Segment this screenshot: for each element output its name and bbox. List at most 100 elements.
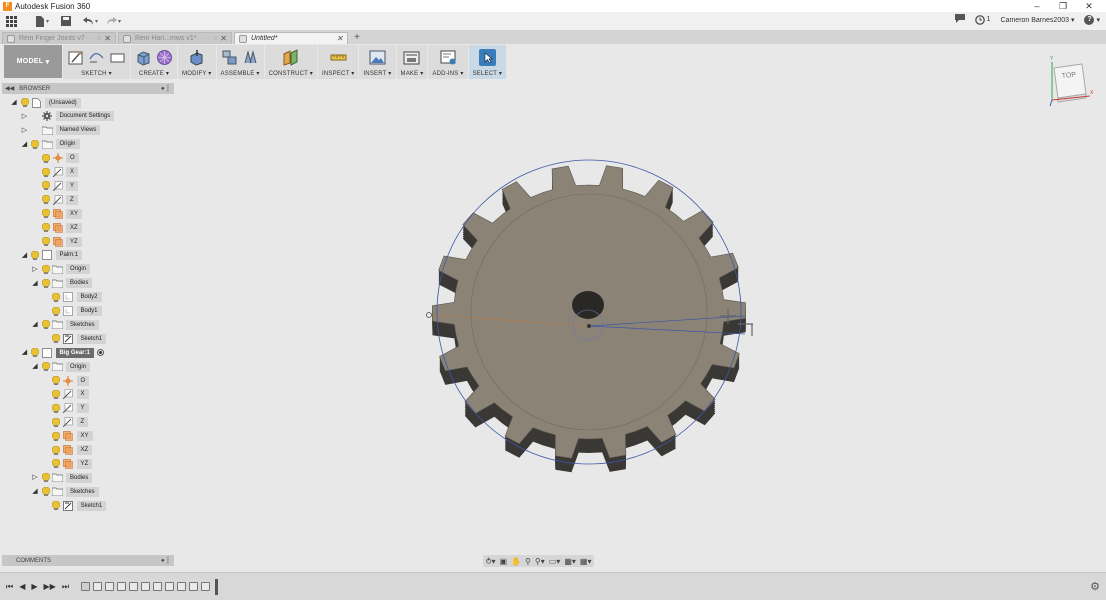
expand-toggle-icon[interactable]: ▷ xyxy=(21,111,29,122)
browser-node[interactable]: XZ xyxy=(31,222,82,233)
visibility-bulb-icon[interactable] xyxy=(41,320,50,330)
browser-node[interactable]: ◢ Big Gear:1 xyxy=(21,347,104,358)
minimize-button[interactable]: – xyxy=(1024,0,1050,12)
visibility-bulb-icon[interactable] xyxy=(52,417,61,427)
browser-node[interactable]: Sketch1 xyxy=(42,500,107,511)
tab-close-button[interactable]: ✕ xyxy=(336,34,343,43)
visibility-bulb-icon[interactable] xyxy=(31,139,40,149)
browser-node[interactable]: ◢ Sketches xyxy=(31,486,99,497)
construct-group[interactable]: CONSTRUCT ▾ xyxy=(264,45,318,79)
visibility-bulb-icon[interactable] xyxy=(41,153,50,163)
expand-toggle-icon[interactable]: ▷ xyxy=(31,264,39,275)
browser-node-label[interactable]: Sketch1 xyxy=(76,500,107,511)
timeline-settings-icon[interactable]: ⚙ xyxy=(1090,580,1100,593)
go-to-end-icon[interactable]: ⏭ xyxy=(62,582,69,592)
visibility-bulb-icon[interactable] xyxy=(52,459,61,469)
create-sketch-icon[interactable] xyxy=(67,49,84,66)
browser-header[interactable]: ◀◀ BROWSER ● │ xyxy=(2,83,174,94)
offset-plane-icon[interactable] xyxy=(282,48,299,66)
browser-node-label[interactable]: Palm:1 xyxy=(55,250,83,261)
visibility-bulb-icon[interactable] xyxy=(31,348,40,358)
user-menu[interactable]: Cameron Barnes2003 ▾ xyxy=(1001,16,1075,24)
visibility-bulb-icon[interactable] xyxy=(41,473,50,483)
browser-node-label[interactable]: Bodies xyxy=(66,472,93,483)
zoom-icon[interactable]: ⚲ xyxy=(525,557,531,566)
scripts-icon[interactable] xyxy=(440,49,457,66)
visibility-bulb-icon[interactable] xyxy=(52,292,61,302)
visibility-bulb-icon[interactable] xyxy=(52,403,61,413)
extrude-icon[interactable] xyxy=(135,49,152,66)
rectangle-icon[interactable] xyxy=(109,49,126,66)
expand-toggle-icon[interactable]: ◢ xyxy=(31,361,39,372)
browser-node-label[interactable]: Sketch1 xyxy=(76,333,107,344)
browser-node-label[interactable]: Y xyxy=(66,180,79,191)
visibility-bulb-icon[interactable] xyxy=(52,389,61,399)
timeline-feature-icon[interactable] xyxy=(93,582,103,591)
browser-node-label[interactable]: Origin xyxy=(66,264,91,275)
comments-panel-header[interactable]: COMMENTS ● │ xyxy=(2,555,174,566)
timeline-feature-icon[interactable] xyxy=(117,582,127,591)
comments-pin-icon[interactable]: ● │ xyxy=(161,558,170,564)
browser-node-label[interactable]: Bodies xyxy=(66,278,93,289)
browser-node-label[interactable]: O xyxy=(76,375,90,386)
visibility-bulb-icon[interactable] xyxy=(41,278,50,288)
step-back-icon[interactable]: ◀ xyxy=(19,582,25,591)
browser-node[interactable]: Z xyxy=(31,194,78,205)
redo-button[interactable]: ▾ xyxy=(106,14,121,28)
browser-node-label[interactable]: XY xyxy=(66,208,83,219)
new-component-icon[interactable] xyxy=(221,49,238,66)
select-group[interactable]: SELECT ▾ xyxy=(468,45,507,79)
browser-node-label[interactable]: Origin xyxy=(55,139,80,150)
visibility-bulb-icon[interactable] xyxy=(41,362,50,371)
joint-icon[interactable] xyxy=(242,49,259,66)
expand-toggle-icon[interactable]: ◢ xyxy=(21,250,29,261)
visibility-bulb-icon[interactable] xyxy=(41,181,50,191)
viewcube[interactable]: TOP Y X xyxy=(1046,54,1096,108)
addins-group[interactable]: ADD-INS ▾ xyxy=(428,45,468,79)
browser-pin-icon[interactable]: ● │ xyxy=(161,86,170,92)
go-to-start-icon[interactable]: ⏮ xyxy=(6,582,13,592)
grid-settings-icon[interactable]: ▦▾ xyxy=(564,557,576,566)
browser-node-label[interactable]: Named Views xyxy=(55,125,101,136)
browser-node[interactable]: ◢ Sketches xyxy=(31,319,99,330)
browser-node[interactable]: ▷ Origin xyxy=(31,264,91,275)
collapse-browser-icon[interactable]: ◀◀ xyxy=(5,85,14,92)
browser-node-label[interactable]: YZ xyxy=(66,236,82,247)
timeline-feature-icon[interactable] xyxy=(129,582,139,591)
browser-node[interactable]: Y xyxy=(42,403,89,414)
model-canvas[interactable] xyxy=(420,158,765,473)
browser-node-label[interactable]: XZ xyxy=(66,222,82,233)
browser-node[interactable]: Body2 xyxy=(42,292,102,303)
browser-node[interactable]: Y xyxy=(31,180,79,191)
visibility-bulb-icon[interactable] xyxy=(41,195,50,205)
browser-node-label[interactable]: XY xyxy=(76,431,93,442)
close-button[interactable]: ✕ xyxy=(1076,0,1102,12)
job-status-button[interactable]: 1 xyxy=(974,14,991,25)
insert-group[interactable]: INSERT ▾ xyxy=(359,45,396,79)
timeline-feature-icon[interactable] xyxy=(153,582,163,591)
browser-node-label[interactable]: XZ xyxy=(76,445,93,455)
visibility-bulb-icon[interactable] xyxy=(41,237,50,246)
browser-node-label[interactable]: Body2 xyxy=(76,292,102,303)
browser-node[interactable]: ◢ (Unsaved) xyxy=(10,97,81,108)
modify-group[interactable]: MODIFY ▾ xyxy=(178,45,216,79)
expand-toggle-icon[interactable]: ▷ xyxy=(21,125,29,136)
sketch-group[interactable]: SKETCH ▾ xyxy=(63,45,130,79)
browser-node-label[interactable]: Sketches xyxy=(66,319,99,330)
browser-node-label[interactable]: Y xyxy=(76,403,89,414)
step-forward-icon[interactable]: ▶▶ xyxy=(44,582,56,591)
browser-node[interactable]: X xyxy=(42,389,89,400)
visibility-bulb-icon[interactable] xyxy=(52,376,61,385)
browser-node[interactable]: ◢ Palm:1 xyxy=(21,250,83,261)
expand-toggle-icon[interactable]: ◢ xyxy=(31,319,39,330)
create-group[interactable]: CREATE ▾ xyxy=(131,45,177,79)
browser-node[interactable]: ▷ Document Settings xyxy=(21,111,115,122)
timeline-feature-icon[interactable] xyxy=(177,582,187,591)
browser-node-label[interactable]: (Unsaved) xyxy=(45,97,81,108)
visibility-bulb-icon[interactable] xyxy=(41,223,50,232)
expand-toggle-icon[interactable]: ◢ xyxy=(21,139,29,150)
browser-node-label[interactable]: X xyxy=(76,389,89,400)
activate-component-radio[interactable] xyxy=(96,349,104,357)
timeline-feature-icon[interactable] xyxy=(189,582,199,591)
browser-node[interactable]: YZ xyxy=(42,458,93,469)
